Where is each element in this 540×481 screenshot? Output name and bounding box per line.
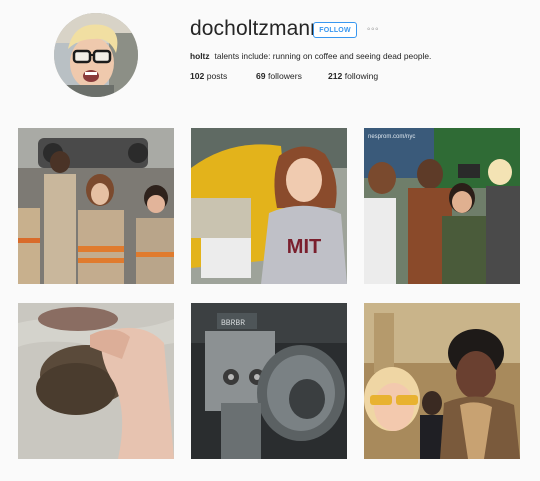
more-options-icon[interactable]: ◦◦◦ [365,22,381,36]
followers-count: 69 [256,71,266,81]
followers-stat[interactable]: 69 followers [256,71,302,81]
follow-button[interactable]: FOLLOW [313,22,357,38]
bio-name: holtz [190,51,210,61]
following-count: 212 [328,71,343,81]
bio-text: talents include: running on coffee and s… [214,51,432,61]
post-thumbnail-1[interactable] [18,128,174,284]
post-thumbnail-3[interactable]: nesprom.com/nyc [364,128,520,284]
post-photo-2: MIT [191,128,347,284]
followers-label: followers [267,71,302,81]
posts-label: posts [206,71,228,81]
posts-stat: 102 posts [190,71,227,81]
shirt-text: MIT [287,236,321,258]
post-photo-6 [364,303,520,459]
post-photo-4 [18,303,174,459]
post-photo-5: BBRBR [191,303,347,459]
device-text: BBRBR [221,319,245,328]
instagram-profile-page: docholtzmann FOLLOW ◦◦◦ holtz talents inc… [0,0,540,481]
post-thumbnail-6[interactable] [364,303,520,459]
post-thumbnail-4[interactable] [18,303,174,459]
following-label: following [344,71,379,81]
profile-username: docholtzmann [190,17,322,40]
sign-text: nesprom.com/nyc [368,134,415,140]
post-thumbnail-2[interactable]: MIT [191,128,347,284]
avatar-photo [54,13,138,97]
profile-bio: holtz talents include: running on coffee … [190,51,431,61]
post-photo-1 [18,128,174,284]
post-thumbnail-5[interactable]: BBRBR [191,303,347,459]
post-photo-3: nesprom.com/nyc [364,128,520,284]
profile-avatar[interactable] [54,13,138,97]
following-stat[interactable]: 212 following [328,71,378,81]
posts-count: 102 [190,71,205,81]
